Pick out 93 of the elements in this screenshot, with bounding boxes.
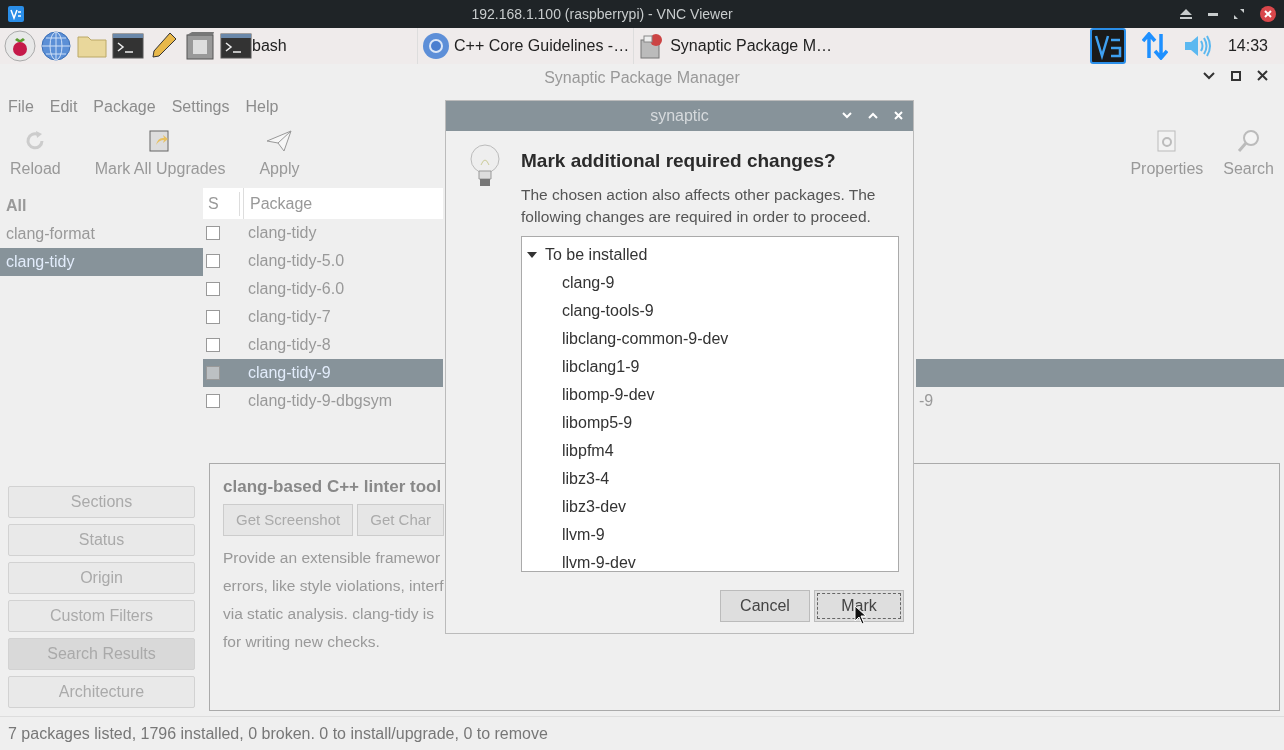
tree-item[interactable]: clang-9 (562, 273, 615, 291)
chevron-down-icon[interactable] (1203, 71, 1215, 80)
chevron-up-icon[interactable] (868, 112, 878, 119)
toolbar-button[interactable]: Properties (1120, 129, 1214, 181)
filter-button[interactable]: Sections (8, 486, 195, 518)
menu-item[interactable]: Settings (171, 95, 230, 119)
menu-item[interactable]: Help (245, 95, 279, 119)
taskbar-button[interactable]: C++ Core Guidelines -… (417, 28, 634, 64)
package-row[interactable]: clang-tidy (203, 219, 443, 247)
tree-item[interactable]: libz3-dev (562, 497, 627, 515)
transfer-arrows-icon[interactable] (1141, 32, 1168, 60)
cube-icon[interactable] (184, 30, 216, 62)
paper-plane-icon (266, 129, 293, 153)
description-text: errors, like style violations, interf (223, 576, 444, 596)
table-cell-text: -9 (919, 391, 934, 411)
toolbar-button[interactable]: Search (1213, 129, 1284, 181)
expander-icon[interactable] (526, 250, 538, 259)
description-text: via static analysis. clang-tidy is (223, 604, 435, 624)
status-text: 7 packages listed, 1796 installed, 0 broken. 0 to install/upgrade, 0 to remove (8, 723, 548, 744)
tree-item[interactable]: libomp-9-dev (562, 385, 655, 403)
dialog-title: synaptic (650, 106, 709, 126)
package-name: clang-tidy (247, 223, 317, 243)
package-name: clang-tidy-5.0 (247, 251, 345, 271)
description-button[interactable]: Get Char (357, 503, 445, 536)
package-name: clang-tidy-7 (247, 307, 331, 327)
checkbox[interactable] (206, 254, 220, 268)
toolbar-button[interactable]: Mark All Upgrades (84, 129, 236, 181)
description-button[interactable]: Get Screenshot (223, 503, 354, 536)
package-row[interactable]: clang-tidy-5.0 (203, 247, 443, 275)
filter-item[interactable]: clang-tidy (0, 248, 203, 276)
column-header[interactable]: S (203, 191, 240, 216)
checkbox[interactable] (206, 338, 220, 352)
package-row[interactable]: clang-tidy-7 (203, 303, 443, 331)
restore-icon[interactable] (1234, 9, 1244, 19)
close-icon[interactable] (1260, 6, 1276, 22)
tree-item[interactable]: libz3-4 (562, 469, 610, 487)
description-text: for writing new checks. (223, 632, 380, 652)
minimize-icon[interactable] (1208, 12, 1218, 16)
chromium-icon (422, 32, 450, 60)
tree-item[interactable]: clang-tools-9 (562, 301, 654, 319)
menu-item[interactable]: Package (93, 95, 156, 119)
vnc-logo-icon[interactable] (1089, 28, 1126, 64)
tree-item[interactable]: libclang1-9 (562, 357, 640, 375)
package-name: clang-tidy-8 (247, 335, 331, 355)
clock[interactable]: 14:33 (1227, 34, 1268, 58)
filter-button[interactable]: Origin (8, 562, 195, 594)
terminal-icon[interactable] (112, 30, 144, 62)
checkbox[interactable] (206, 366, 220, 380)
package-row[interactable]: clang-tidy-8 (203, 331, 443, 359)
taskbar-button[interactable]: Synaptic Package M… (633, 28, 837, 64)
filter-button[interactable]: Architecture (8, 676, 195, 708)
tree-item[interactable]: libomp5-9 (562, 413, 633, 431)
eject-icon[interactable] (1180, 9, 1192, 19)
window-title: 192.168.1.100 (raspberrypi) - VNC Viewer (470, 4, 734, 24)
vnc-logo-icon (8, 6, 24, 22)
filter-button[interactable]: Status (8, 524, 195, 556)
dialog-message: The chosen action also affects other packages. The following changes are required in order to proceed. (521, 184, 877, 227)
tree-item[interactable]: llvm-9 (562, 525, 605, 543)
launcher-label[interactable]: bash (252, 34, 417, 58)
toolbar-button[interactable]: Reload (0, 129, 71, 181)
description-text: Provide an extensible framewor (223, 548, 441, 568)
package-name: clang-tidy-6.0 (247, 279, 345, 299)
package-row[interactable]: clang-tidy-9 (203, 359, 443, 387)
tree-group-label[interactable]: To be installed (545, 240, 648, 269)
document-gear-icon (1154, 129, 1179, 153)
package-name: clang-tidy-9 (247, 363, 331, 383)
tree-item[interactable]: llvm-9-dev (562, 553, 636, 571)
search-icon (1236, 129, 1261, 153)
package-row[interactable]: clang-tidy-6.0 (203, 275, 443, 303)
checkbox[interactable] (206, 226, 220, 240)
checkbox[interactable] (206, 282, 220, 296)
tree-item[interactable]: libpfm4 (562, 441, 614, 459)
maximize-icon[interactable] (1231, 70, 1241, 81)
window-title: Synaptic Package Manager (544, 68, 740, 88)
raspberry-icon[interactable] (4, 30, 36, 62)
toolbar-button[interactable]: Apply (249, 129, 310, 181)
close-icon[interactable] (1257, 70, 1268, 81)
terminal-icon[interactable] (220, 30, 252, 62)
dialog-button[interactable]: Cancel (720, 589, 810, 622)
package-name: clang-tidy-9-dbgsym (247, 391, 393, 411)
checkbox[interactable] (206, 310, 220, 324)
checkbox[interactable] (206, 394, 220, 408)
filter-item[interactable]: All (0, 192, 203, 220)
filter-item[interactable]: clang-format (0, 220, 203, 248)
column-header[interactable]: Package (244, 191, 313, 216)
menu-item[interactable]: File (8, 95, 34, 119)
menu-item[interactable]: Edit (49, 95, 78, 119)
package-row[interactable]: clang-tidy-9-dbgsym (203, 387, 443, 415)
filter-button[interactable]: Custom Filters (8, 600, 195, 632)
dialog-heading: Mark additional required changes? (521, 149, 837, 173)
tree-item[interactable]: libclang-common-9-dev (562, 329, 729, 347)
description-title: clang-based C++ linter tool (223, 476, 442, 498)
globe-icon[interactable] (40, 30, 72, 62)
